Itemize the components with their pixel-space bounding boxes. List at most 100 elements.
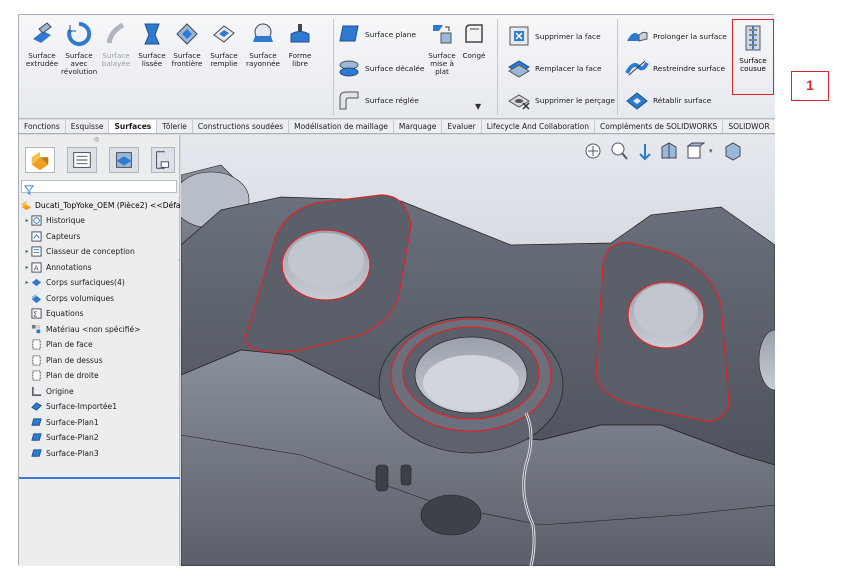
tree-item-icon xyxy=(31,449,42,457)
extrude-surface-icon xyxy=(33,22,52,43)
tab-surfaces[interactable]: Surfaces xyxy=(109,120,158,133)
tree-item[interactable]: ▸ Classeur de conception xyxy=(19,244,180,260)
configuration-manager-tab[interactable] xyxy=(109,147,139,173)
tab-lifecycle-and-collaboration[interactable]: Lifecycle And Collaboration xyxy=(482,120,596,133)
tree-item[interactable]: Origine xyxy=(19,384,180,400)
extrude-surface-button[interactable]: Surface extrudée xyxy=(23,19,61,95)
sweep-surface-button[interactable]: Surface balayée xyxy=(97,19,135,95)
section-view-icon[interactable] xyxy=(659,141,679,161)
ribbon-separator xyxy=(617,19,618,115)
tree-item-label: Plan de droite xyxy=(46,371,99,381)
flatten-surface-button[interactable]: Surface mise à plat xyxy=(425,19,459,95)
extrude-surface-label: Surface extrudée xyxy=(25,51,59,68)
planar-surface-button[interactable]: Surface plane xyxy=(337,21,416,47)
tree-item[interactable]: Plan de face xyxy=(19,337,180,353)
tab-esquisse[interactable]: Esquisse xyxy=(66,120,110,133)
dimxpert-icon xyxy=(156,151,169,169)
dimxpert-tab[interactable] xyxy=(151,147,175,173)
tree-item-label: Equations xyxy=(46,309,84,319)
tree-item[interactable]: Surface-Plan3 xyxy=(19,446,180,462)
expand-arrow-icon[interactable]: ▸ xyxy=(23,248,31,255)
tree-item[interactable]: Plan de droite xyxy=(19,368,180,384)
tree-item[interactable]: ▸ A Annotations xyxy=(19,260,180,276)
zoom-area-icon[interactable] xyxy=(609,141,629,161)
feature-manager-tab[interactable] xyxy=(25,147,55,173)
freeform-button[interactable]: Forme libre xyxy=(283,19,317,95)
freeform-label: Forme libre xyxy=(288,51,312,68)
offset-surface-label: Surface décalée xyxy=(365,63,425,73)
boundary-surface-button[interactable]: Surface frontière xyxy=(169,19,205,95)
solidworks-window: Surface extrudée Surface avec révolution S… xyxy=(18,14,775,566)
revolve-surface-label: Surface avec révolution xyxy=(61,51,98,76)
radiate-surface-button[interactable]: Surface rayonnée xyxy=(243,19,283,95)
delete-face-button[interactable]: Supprimer la face xyxy=(507,23,601,49)
svg-text:Σ: Σ xyxy=(33,310,38,319)
tree-item-icon xyxy=(31,402,42,411)
zoom-to-fit-icon[interactable] xyxy=(583,141,603,161)
svg-text:A: A xyxy=(34,263,39,272)
replace-face-button[interactable]: Remplacer la face xyxy=(507,55,602,81)
tab-mod-lisation-de-maillage[interactable]: Modélisation de maillage xyxy=(289,120,394,133)
ruled-surface-button[interactable]: Surface réglée xyxy=(337,87,419,113)
tab-compl-ments-de-solidworks[interactable]: Compléments de SOLIDWORKS xyxy=(595,120,724,133)
display-style-icon[interactable] xyxy=(723,141,743,161)
tree-item[interactable]: ▸ Historique xyxy=(19,213,180,229)
tree-item-icon xyxy=(32,370,41,381)
property-list-icon xyxy=(73,152,91,168)
flatten-surface-label: Surface mise à plat xyxy=(428,51,456,76)
offset-surface-button[interactable]: Surface décalée xyxy=(337,55,424,81)
tree-root-label: Ducati_TopYoke_OEM (Pièce2) <<Défa xyxy=(35,200,180,210)
tree-item[interactable]: Capteurs xyxy=(19,229,180,245)
ruled-surface-label: Surface réglée xyxy=(365,95,419,105)
view-orientation-icon[interactable] xyxy=(685,141,706,161)
tab-t-lerie[interactable]: Tôlerie xyxy=(157,120,193,133)
tab-marquage[interactable]: Marquage xyxy=(394,120,443,133)
tab-evaluer[interactable]: Evaluer xyxy=(442,120,482,133)
tree-item[interactable]: Corps volumiques xyxy=(19,291,180,307)
fillet-button[interactable]: Congé xyxy=(459,19,489,95)
tree-item-icon: A xyxy=(31,262,42,273)
loft-surface-button[interactable]: Surface lissée xyxy=(135,19,169,95)
rollback-bar[interactable] xyxy=(19,477,180,479)
tree-item-label: Origine xyxy=(46,386,74,396)
tab-solidwor[interactable]: SOLIDWOR xyxy=(723,120,775,133)
configuration-icon xyxy=(116,152,132,168)
tab-fonctions[interactable]: Fonctions xyxy=(19,120,66,133)
tree-item[interactable]: Plan de dessus xyxy=(19,353,180,369)
tree-item[interactable]: Surface-Importée1 xyxy=(19,399,180,415)
knit-surface-button[interactable]: Surface cousue xyxy=(732,19,774,95)
expand-arrow-icon[interactable]: ▸ xyxy=(23,279,31,286)
tree-item-label: Plan de dessus xyxy=(46,355,103,365)
fillet-label: Congé xyxy=(462,51,486,60)
trim-surface-icon xyxy=(625,60,649,76)
trim-surface-button[interactable]: Restreindre surface xyxy=(625,55,725,81)
tree-root-part[interactable]: Ducati_TopYoke_OEM (Pièce2) <<Défa xyxy=(19,197,180,213)
tree-item[interactable]: Σ Equations xyxy=(19,306,180,322)
tree-item[interactable]: Matériau <non spécifié> xyxy=(19,322,180,338)
tree-item[interactable]: Surface-Plan2 xyxy=(19,430,180,446)
untrim-surface-button[interactable]: Rétablir surface xyxy=(625,87,711,113)
expand-arrow-icon[interactable]: ▸ xyxy=(23,217,31,224)
graphics-viewport[interactable]: ▾ xyxy=(181,135,775,566)
loft-surface-icon xyxy=(144,23,160,45)
delete-hole-button[interactable]: Supprimer le perçage xyxy=(507,87,615,113)
tree-filter-field[interactable] xyxy=(21,180,177,195)
filled-surface-button[interactable]: Surface remplie xyxy=(205,19,243,95)
extend-surface-button[interactable]: Prolonger la surface xyxy=(625,23,727,49)
tree-item[interactable]: Surface-Plan1 xyxy=(19,415,180,431)
boundary-surface-icon xyxy=(176,23,198,45)
property-manager-tab[interactable] xyxy=(67,147,97,173)
radiate-surface-label: Surface rayonnée xyxy=(246,51,280,68)
tree-item-label: Capteurs xyxy=(46,231,81,241)
delete-face-label: Supprimer la face xyxy=(535,31,601,41)
freeform-icon xyxy=(290,24,310,43)
expand-arrow-icon[interactable]: ▸ xyxy=(23,264,31,271)
previous-view-icon[interactable] xyxy=(635,141,655,161)
replace-face-icon xyxy=(508,60,530,78)
ribbon-more-arrow-icon[interactable]: ▼ xyxy=(475,102,481,111)
tree-item[interactable]: ▸ Corps surfaciques(4) xyxy=(19,275,180,291)
revolve-surface-button[interactable]: Surface avec révolution xyxy=(61,19,97,95)
tree-item-icon xyxy=(31,279,42,287)
panel-collapse-icon[interactable]: ◎ xyxy=(94,136,99,143)
tab-constructions-soud-es[interactable]: Constructions soudées xyxy=(193,120,290,133)
